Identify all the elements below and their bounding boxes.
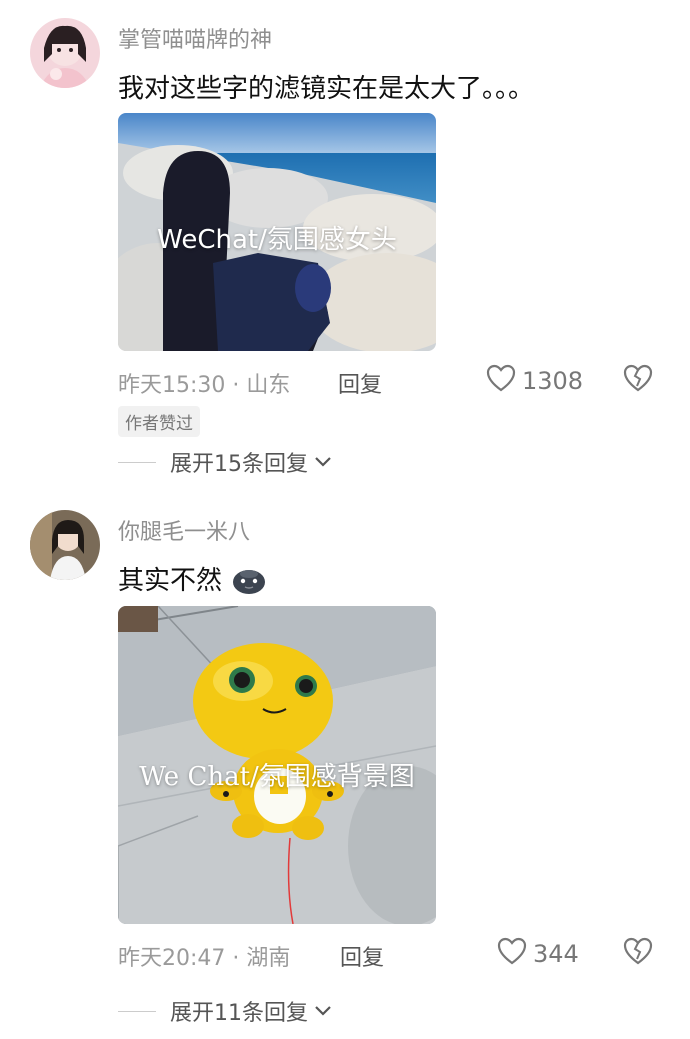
expand-replies-label: 展开15条回复 bbox=[170, 452, 308, 477]
avatar[interactable] bbox=[30, 510, 100, 580]
comment-image[interactable]: We Chat/氛围感背景图 bbox=[118, 606, 436, 924]
avatar[interactable] bbox=[30, 18, 100, 88]
expand-replies[interactable]: 展开15条回复 bbox=[118, 446, 332, 478]
image-watermark: WeChat/氛围感女头 bbox=[157, 225, 397, 255]
like-button[interactable]: 344 bbox=[497, 937, 579, 971]
comment-text-content: 其实不然 bbox=[118, 566, 223, 596]
username[interactable]: 掌管喵喵牌的神 bbox=[118, 22, 272, 54]
divider bbox=[118, 461, 156, 463]
author-liked-badge: 作者赞过 bbox=[118, 406, 200, 437]
like-count: 1308 bbox=[522, 367, 584, 395]
time-location: 昨天15:30 · 山东 bbox=[118, 373, 291, 398]
reply-button[interactable]: 回复 bbox=[338, 367, 382, 399]
heart-outline-icon bbox=[497, 937, 527, 971]
broken-heart-icon bbox=[623, 364, 653, 392]
comment-text: 其实不然 bbox=[118, 560, 266, 602]
username[interactable]: 你腿毛一米八 bbox=[118, 514, 250, 546]
comment-image[interactable]: WeChat/氛围感女头 bbox=[118, 113, 436, 351]
dislike-button[interactable] bbox=[623, 937, 653, 969]
divider bbox=[118, 1010, 156, 1012]
chevron-down-icon bbox=[315, 457, 331, 467]
broken-heart-icon bbox=[623, 937, 653, 965]
chevron-down-icon bbox=[315, 1006, 331, 1016]
dislike-button[interactable] bbox=[623, 364, 653, 396]
expand-replies[interactable]: 展开11条回复 bbox=[118, 995, 332, 1027]
like-count: 344 bbox=[533, 940, 579, 968]
comment-text: 我对这些字的滤镜实在是太大了。。。 bbox=[118, 74, 535, 104]
time-location: 昨天20:47 · 湖南 bbox=[118, 946, 291, 971]
image-watermark: We Chat/氛围感背景图 bbox=[139, 762, 415, 792]
emoji-icon bbox=[232, 565, 266, 602]
like-button[interactable]: 1308 bbox=[486, 364, 583, 398]
expand-replies-label: 展开11条回复 bbox=[170, 1001, 308, 1026]
reply-button[interactable]: 回复 bbox=[340, 940, 384, 972]
heart-outline-icon bbox=[486, 364, 516, 398]
